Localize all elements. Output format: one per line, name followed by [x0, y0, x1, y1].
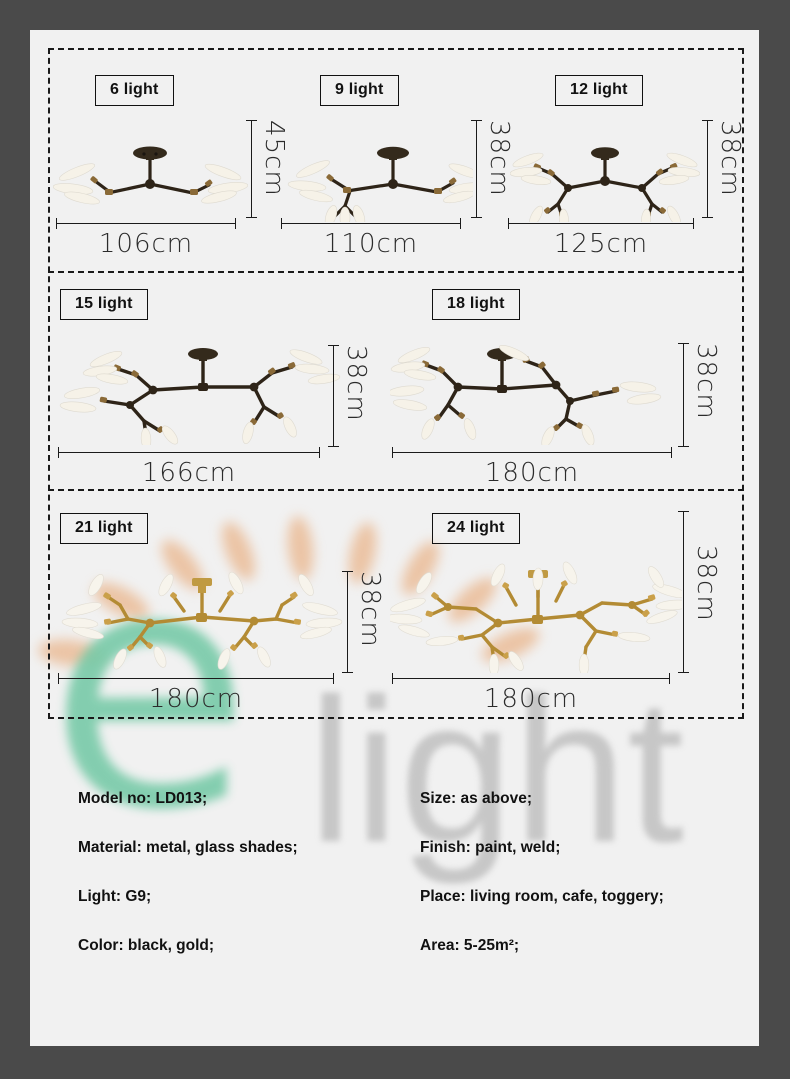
product-spec-page: e light 6 light 106cm 45cm 9 light 110cm…	[30, 30, 759, 1046]
width-dimension-18-light: 180cm	[392, 447, 672, 488]
spec-finish: Finish: paint, weld;	[420, 839, 561, 856]
width-value: 106cm	[98, 229, 194, 259]
variant-label-6-light: 6 light	[95, 75, 174, 106]
width-dimension-9-light: 110cm	[281, 218, 461, 259]
width-value: 180cm	[483, 684, 579, 714]
width-dimension-21-light: 180cm	[58, 673, 334, 714]
width-dimension-12-light: 125cm	[508, 218, 694, 259]
variant-cell-15-light: 15 light 166cm 38cm	[48, 273, 388, 489]
width-value: 180cm	[148, 684, 244, 714]
height-dimension-24-light: 38cm	[678, 511, 721, 673]
variant-cell-6-light: 6 light 106cm 45cm	[48, 48, 289, 271]
height-dimension-9-light: 38cm	[471, 120, 514, 218]
fixture-image-6-light	[53, 136, 248, 218]
variant-label-9-light: 9 light	[320, 75, 399, 106]
height-value: 38cm	[355, 571, 385, 648]
spec-column-left: Model no: LD013; Material: metal, glass …	[78, 790, 298, 986]
height-dimension-6-light: 45cm	[246, 120, 289, 218]
height-dimension-12-light: 38cm	[702, 120, 745, 218]
width-dimension-6-light: 106cm	[56, 218, 236, 259]
fixture-image-21-light	[54, 561, 350, 671]
spec-light: Light: G9;	[78, 888, 152, 905]
height-value: 38cm	[715, 120, 745, 197]
variant-cell-12-light: 12 light 125cm 38cm	[498, 48, 745, 271]
variant-label-21-light: 21 light	[60, 513, 148, 544]
width-dimension-15-light: 166cm	[58, 447, 320, 488]
variant-label-24-light: 24 light	[432, 513, 520, 544]
variant-cell-18-light: 18 light 180cm 38cm	[390, 273, 726, 489]
spec-place: Place: living room, cafe, toggery;	[420, 888, 664, 905]
variant-cell-24-light: 24 light 180cm 38cm	[390, 491, 726, 719]
variant-label-18-light: 18 light	[432, 289, 520, 320]
spec-color: Color: black, gold;	[78, 937, 215, 954]
height-value: 38cm	[341, 345, 371, 422]
variant-label-15-light: 15 light	[60, 289, 148, 320]
height-value: 38cm	[691, 545, 721, 622]
width-dimension-24-light: 180cm	[392, 673, 670, 714]
fixture-image-24-light	[390, 553, 682, 673]
height-dimension-15-light: 38cm	[328, 345, 371, 447]
height-dimension-18-light: 38cm	[678, 343, 721, 447]
spec-material: Material: metal, glass shades;	[78, 839, 298, 856]
width-value: 125cm	[553, 229, 649, 259]
width-value: 166cm	[141, 458, 237, 488]
spec-area: Area: 5-25m²;	[420, 937, 520, 954]
spec-column-right: Size: as above; Finish: paint, weld; Pla…	[420, 790, 664, 986]
fixture-image-15-light	[58, 335, 348, 445]
specifications-section: Model no: LD013; Material: metal, glass …	[30, 790, 759, 990]
height-value: 38cm	[691, 343, 721, 420]
variant-cell-21-light: 21 light 180cm 38cm	[48, 491, 388, 719]
spec-model-no: Model no: LD013;	[78, 790, 208, 807]
spec-size: Size: as above;	[420, 790, 532, 807]
variant-label-12-light: 12 light	[555, 75, 643, 106]
fixture-image-9-light	[275, 136, 473, 222]
fixture-image-18-light	[390, 333, 682, 445]
fixture-image-12-light	[510, 136, 700, 222]
height-dimension-21-light: 38cm	[342, 571, 385, 673]
width-value: 110cm	[323, 229, 419, 259]
width-value: 180cm	[484, 458, 580, 488]
variant-cell-9-light: 9 light 110cm 38cm	[273, 48, 514, 271]
